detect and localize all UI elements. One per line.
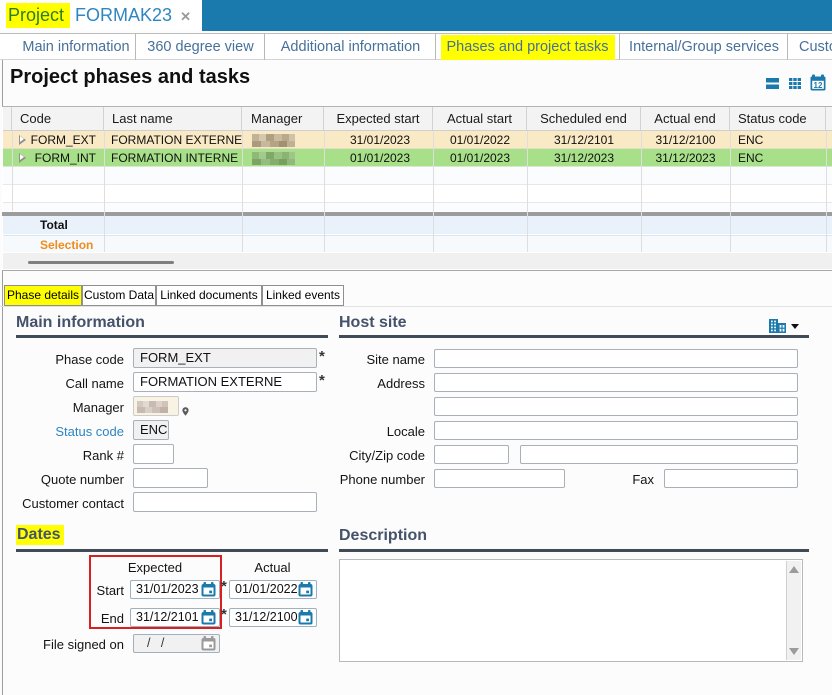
svg-text:12: 12 <box>814 81 823 90</box>
